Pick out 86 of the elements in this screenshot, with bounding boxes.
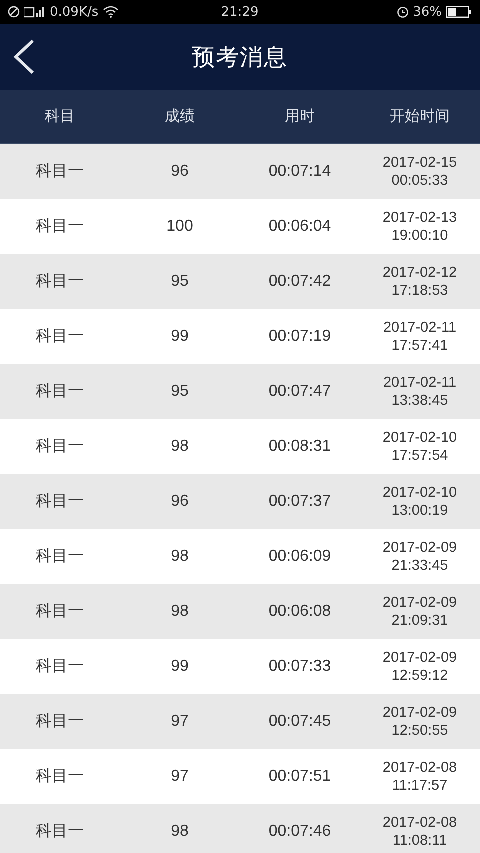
time-cell: 11:17:57 [392, 776, 448, 794]
duration-cell-text: 00:07:37 [268, 492, 332, 510]
battery-icon [446, 6, 472, 18]
subject-cell-text: 科目一 [35, 712, 85, 732]
time-cell: 13:00:19 [392, 502, 448, 520]
date-cell: 2017-02-10 [382, 484, 458, 502]
date-cell: 2017-02-08 [382, 814, 458, 832]
subject-cell-text: 科目一 [35, 657, 85, 677]
time-cell: 21:33:45 [392, 556, 448, 574]
time-cell: 19:00:10 [392, 226, 448, 244]
no-sim-icon [8, 6, 20, 18]
back-icon[interactable] [13, 39, 35, 75]
table-row[interactable]: 科目一 97 00:07:45 2017-02-09 12:50:55 [0, 694, 480, 749]
table-row[interactable]: 科目一 98 00:06:08 2017-02-09 21:09:31 [0, 584, 480, 639]
duration-cell-text: 00:06:09 [268, 548, 332, 566]
page-title: 预考消息 [192, 44, 288, 72]
time-cell: 00:05:33 [392, 172, 448, 190]
score-cell-text: 99 [170, 328, 190, 346]
network-speed: 0.09K/s [50, 4, 99, 20]
subject-cell-text: 科目一 [35, 327, 85, 347]
column-header: 开始时间 [389, 107, 451, 126]
date-cell: 2017-02-09 [382, 704, 458, 722]
subject-cell-text: 科目一 [35, 492, 85, 512]
date-cell: 2017-02-09 [382, 648, 458, 666]
duration-cell-text: 00:07:33 [268, 658, 332, 676]
time-cell: 11:08:11 [392, 832, 448, 850]
subject-cell-text: 科目一 [35, 822, 85, 842]
table-row[interactable]: 科目一 96 00:07:14 2017-02-15 00:05:33 [0, 144, 480, 199]
score-cell-text: 96 [170, 162, 190, 180]
duration-cell-text: 00:07:14 [268, 162, 332, 180]
subject-cell-text: 科目一 [35, 602, 85, 622]
score-cell-text: 95 [170, 272, 190, 290]
column-header: 成绩 [164, 107, 196, 126]
subject-cell-text: 科目一 [35, 162, 85, 182]
date-cell: 2017-02-08 [382, 758, 458, 776]
duration-cell-text: 00:07:46 [268, 822, 332, 840]
table-row[interactable]: 科目一 96 00:07:37 2017-02-10 13:00:19 [0, 474, 480, 529]
duration-cell-text: 00:08:31 [268, 438, 332, 456]
time-cell: 17:18:53 [392, 282, 448, 300]
date-cell: 2017-02-09 [382, 538, 458, 556]
column-header: 用时 [284, 107, 316, 126]
time-cell: 21:09:31 [392, 612, 448, 630]
alarm-icon [397, 6, 410, 18]
clock: 21:29 [220, 4, 260, 20]
date-cell: 2017-02-12 [382, 264, 458, 282]
column-header: 科目 [44, 107, 76, 126]
table-row[interactable]: 科目一 98 00:07:46 2017-02-08 11:08:11 [0, 804, 480, 853]
duration-cell-text: 00:07:45 [268, 712, 332, 730]
table-row[interactable]: 科目一 95 00:07:42 2017-02-12 17:18:53 [0, 254, 480, 309]
score-cell-text: 96 [170, 492, 190, 510]
subject-cell-text: 科目一 [35, 272, 85, 292]
duration-cell-text: 00:07:19 [268, 328, 332, 346]
duration-cell-text: 00:06:04 [268, 218, 332, 236]
table-row[interactable]: 科目一 95 00:07:47 2017-02-11 13:38:45 [0, 364, 480, 419]
subject-cell-text: 科目一 [35, 382, 85, 402]
subject-cell-text: 科目一 [35, 547, 85, 567]
date-cell: 2017-02-13 [382, 208, 458, 226]
duration-cell-text: 00:07:47 [268, 382, 332, 400]
score-cell-text: 97 [170, 768, 190, 786]
score-cell-text: 98 [170, 548, 190, 566]
time-cell: 12:59:12 [392, 666, 448, 684]
subject-cell-text: 科目一 [35, 767, 85, 787]
date-cell: 2017-02-10 [382, 428, 458, 446]
time-cell: 12:50:55 [392, 722, 448, 740]
score-cell-text: 100 [166, 218, 194, 236]
score-cell-text: 99 [170, 658, 190, 676]
date-cell: 2017-02-15 [382, 154, 458, 172]
score-cell-text: 98 [170, 602, 190, 620]
date-cell: 2017-02-11 [383, 318, 457, 336]
wifi-icon [102, 6, 119, 18]
date-cell: 2017-02-11 [383, 374, 457, 392]
date-cell: 2017-02-09 [382, 594, 458, 612]
duration-cell-text: 00:07:42 [268, 272, 332, 290]
time-cell: 17:57:54 [392, 446, 448, 464]
subject-cell-text: 科目一 [35, 217, 85, 237]
subject-cell-text: 科目一 [35, 437, 85, 457]
score-cell-text: 97 [170, 712, 190, 730]
time-cell: 17:57:41 [392, 336, 448, 354]
score-cell-text: 95 [170, 382, 190, 400]
score-cell-text: 98 [170, 822, 190, 840]
score-cell-text: 98 [170, 438, 190, 456]
duration-cell-text: 00:07:51 [268, 768, 332, 786]
duration-cell-text: 00:06:08 [268, 602, 332, 620]
battery-percent: 36% [413, 4, 442, 20]
time-cell: 13:38:45 [392, 392, 448, 410]
signal-icon [24, 6, 46, 18]
